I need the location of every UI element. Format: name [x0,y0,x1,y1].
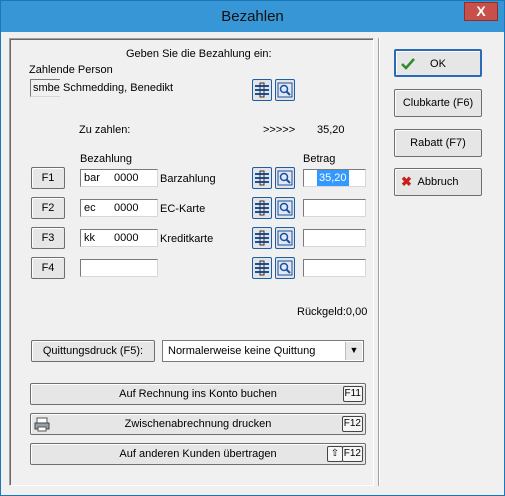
payment-list-button-4[interactable] [252,257,272,279]
payment-code-1: bar [84,172,100,184]
list-icon [255,82,269,98]
payment-field-1[interactable]: bar 0000 [80,169,158,187]
receipt-option-select[interactable]: Normalerweise keine Quittung ▼ [162,340,364,362]
payment-search-button-1[interactable] [275,167,295,189]
ok-label: OK [430,58,446,70]
panel-divider [378,38,380,486]
payment-type-2: EC-Karte [160,203,206,215]
dialog-body: Geben Sie die Bezahlung ein: Zahlende Pe… [9,32,498,489]
f12-key-icon: F12 [341,446,363,462]
payment-list-button-2[interactable] [252,197,272,219]
transfer-to-customer-label: Auf anderen Kunden übertragen [119,448,277,460]
payment-number-3: 0000 [114,232,139,244]
payment-field-4[interactable] [80,259,158,277]
search-icon [277,170,293,186]
amount-field-1[interactable]: 35,20 [303,169,366,187]
ok-button[interactable]: OK [394,49,482,77]
instruction-text: Geben Sie die Bezahlung ein: [126,48,272,60]
search-icon [277,230,293,246]
charge-to-account-button[interactable]: Auf Rechnung ins Konto buchen F11 [30,383,366,405]
amount-field-2[interactable] [303,199,366,217]
receipt-option-value: Normalerweise keine Quittung [168,345,316,357]
checkmark-icon [401,58,415,70]
shift-key-icon: ⇧ [327,446,343,462]
print-interim-bill-label: Zwischenabrechnung drucken [124,418,272,430]
printer-icon [34,417,50,432]
cancel-button[interactable]: ✖ Abbruch [394,168,482,196]
discount-button[interactable]: Rabatt (F7) [394,129,482,157]
print-interim-bill-button[interactable]: Zwischenabrechnung drucken F12 [30,413,366,435]
list-icon [255,170,269,186]
payment-search-button-2[interactable] [275,197,295,219]
charge-to-account-label: Auf Rechnung ins Konto buchen [119,388,277,400]
payer-list-button[interactable] [252,79,272,101]
payment-search-button-4[interactable] [275,257,295,279]
due-arrows: >>>>> [263,124,296,136]
amount-value-1: 35,20 [317,170,349,186]
payment-field-3[interactable]: kk 0000 [80,229,158,247]
amount-field-4[interactable] [303,259,366,277]
search-icon [277,200,293,216]
f4-button[interactable]: F4 [31,257,65,279]
payment-column-header: Bezahlung [80,153,132,165]
payment-dialog: Bezahlen X Geben Sie die Bezahlung ein: … [0,0,505,496]
amount-field-3[interactable] [303,229,366,247]
payment-code-2: ec [84,202,96,214]
payment-code-3: kk [84,232,95,244]
payment-list-button-1[interactable] [252,167,272,189]
window-title: Bezahlen [221,8,284,25]
f1-button[interactable]: F1 [31,167,65,189]
due-label: Zu zahlen: [79,124,131,136]
f3-button[interactable]: F3 [31,227,65,249]
payer-search-button[interactable] [275,79,295,101]
list-icon [255,200,269,216]
transfer-to-customer-button[interactable]: Auf anderen Kunden übertragen ⇧ F12 [30,443,366,465]
cancel-x-icon: ✖ [401,174,412,189]
payment-list-button-3[interactable] [252,227,272,249]
search-icon [277,82,293,98]
due-amount: 35,20 [317,124,345,136]
change-text: Rückgeld:0,00 [297,306,368,318]
close-button[interactable]: X [464,2,498,21]
club-card-button[interactable]: Clubkarte (F6) [394,89,482,117]
list-icon [255,230,269,246]
f2-button[interactable]: F2 [31,197,65,219]
f12-key-icon: F12 [341,416,363,432]
list-icon [255,260,269,276]
receipt-print-button[interactable]: Quittungsdruck (F5): [31,340,155,362]
payment-type-1: Barzahlung [160,173,216,185]
amount-column-header: Betrag [303,153,336,165]
payment-number-2: 0000 [114,202,139,214]
payer-code-field[interactable]: smbe [30,79,60,97]
payment-field-2[interactable]: ec 0000 [80,199,158,217]
cancel-label: Abbruch [417,176,459,188]
payment-type-3: Kreditkarte [160,233,214,245]
payer-label: Zahlende Person [29,64,113,76]
chevron-down-icon[interactable]: ▼ [345,342,362,360]
f11-key-icon: F11 [342,386,363,402]
title-bar[interactable]: Bezahlen X [1,1,504,32]
payer-name: Schmedding, Benedikt [63,82,174,94]
payment-search-button-3[interactable] [275,227,295,249]
search-icon [277,260,293,276]
payment-number-1: 0000 [114,172,139,184]
